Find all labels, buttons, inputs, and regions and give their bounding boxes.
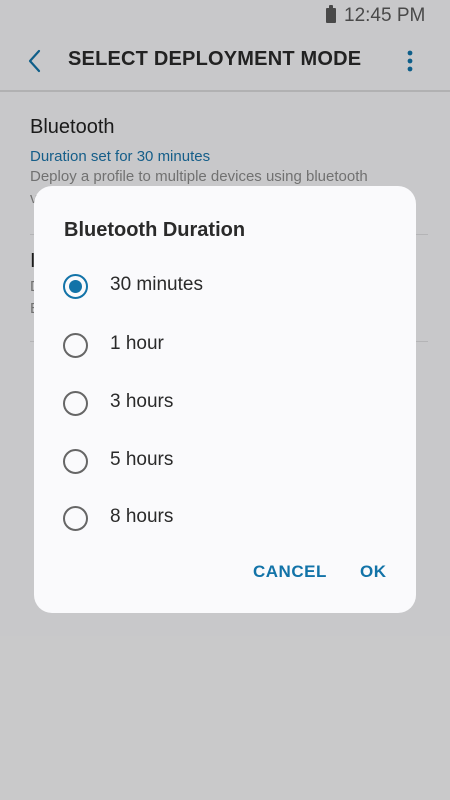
dialog-actions: CANCEL OK bbox=[34, 558, 416, 588]
radio-button[interactable] bbox=[63, 391, 88, 416]
radio-button[interactable] bbox=[63, 449, 88, 474]
option-1-hour[interactable]: 1 hour bbox=[34, 320, 416, 372]
dialog-title: Bluetooth Duration bbox=[64, 219, 246, 241]
option-30-minutes[interactable]: 30 minutes bbox=[34, 261, 416, 313]
radio-button[interactable] bbox=[63, 333, 88, 358]
option-label: 5 hours bbox=[110, 449, 174, 470]
bluetooth-duration-dialog: Bluetooth Duration 30 minutes 1 hour 3 h… bbox=[34, 186, 416, 613]
option-3-hours[interactable]: 3 hours bbox=[34, 378, 416, 430]
option-label: 30 minutes bbox=[110, 274, 203, 295]
option-label: 8 hours bbox=[110, 506, 174, 527]
option-8-hours[interactable]: 8 hours bbox=[34, 493, 416, 545]
ok-button[interactable]: OK bbox=[360, 562, 387, 582]
option-5-hours[interactable]: 5 hours bbox=[34, 436, 416, 488]
radio-button[interactable] bbox=[63, 506, 88, 531]
cancel-button[interactable]: CANCEL bbox=[253, 562, 327, 582]
option-label: 3 hours bbox=[110, 391, 174, 412]
option-label: 1 hour bbox=[110, 333, 164, 354]
radio-button-checked[interactable] bbox=[63, 274, 88, 299]
